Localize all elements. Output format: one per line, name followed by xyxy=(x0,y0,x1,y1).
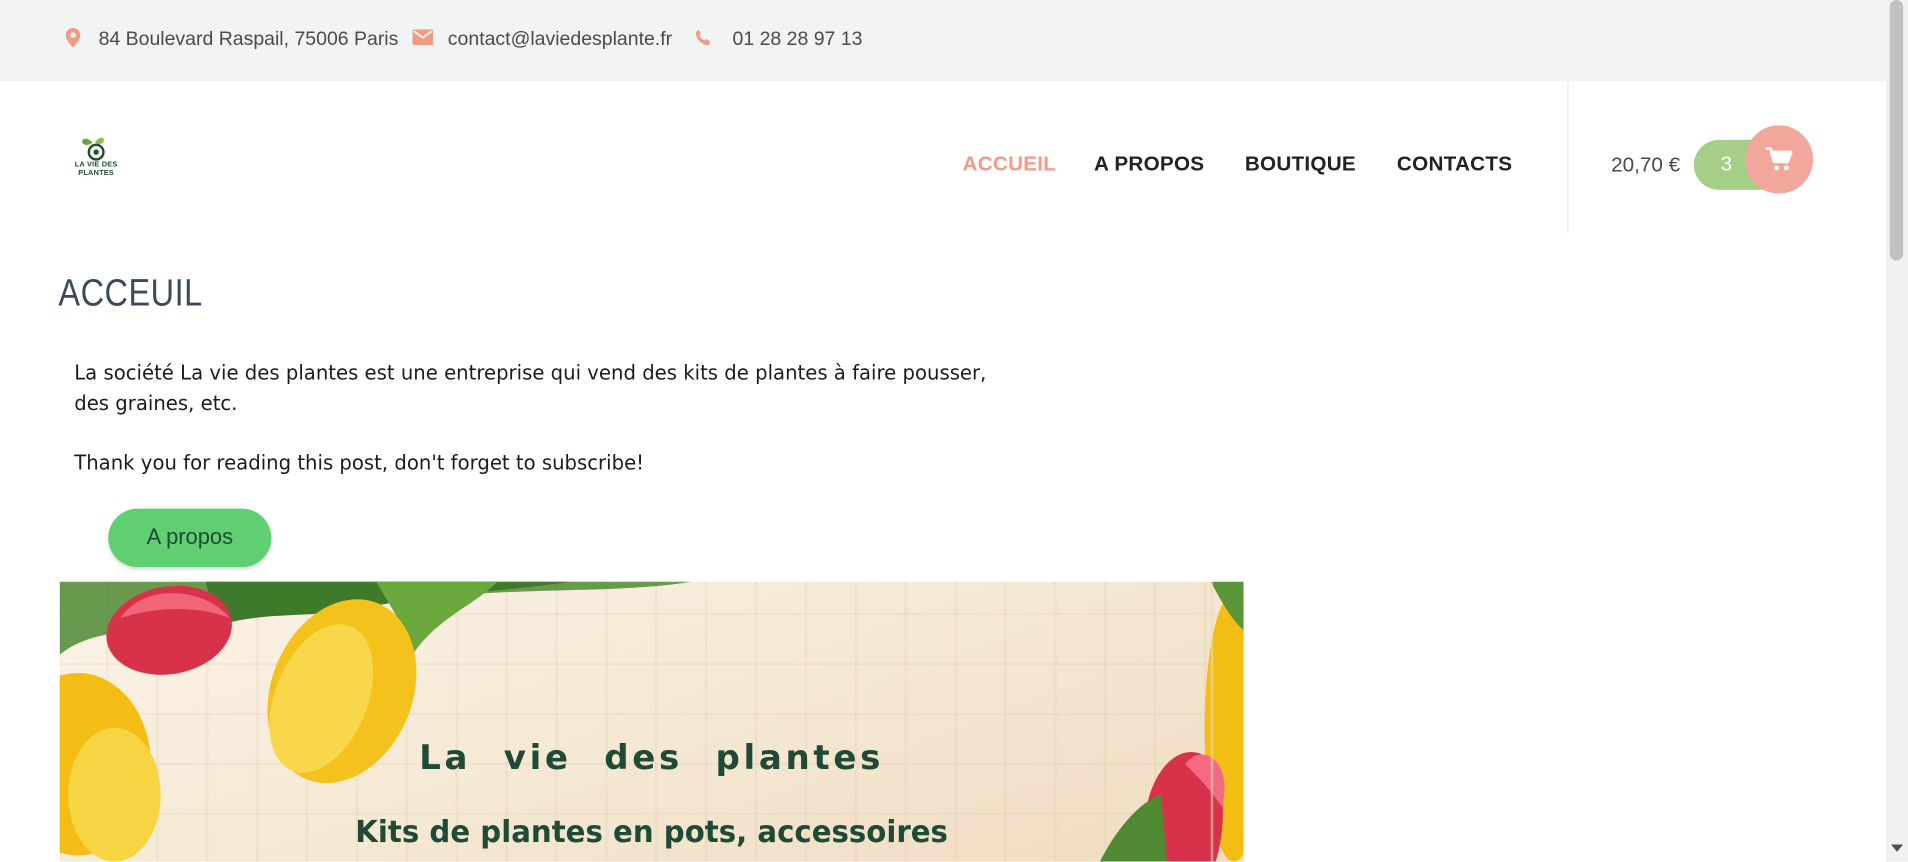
scroll-down-arrow-icon[interactable] xyxy=(1890,844,1904,852)
top-info-bar: 84 Boulevard Raspail, 75006 Paris contac… xyxy=(0,0,1887,82)
address-text: 84 Boulevard Raspail, 75006 Paris xyxy=(98,29,399,50)
site-header: LA VIE DES PLANTES ACCUEIL A PROPOS BOUT… xyxy=(0,81,1887,235)
leaf-logo-icon xyxy=(82,137,105,161)
location-pin-icon xyxy=(65,27,81,53)
scrollbar-thumb[interactable] xyxy=(1889,0,1904,261)
site-logo[interactable]: LA VIE DES PLANTES xyxy=(68,135,124,186)
intro-line-2: des graines, etc. xyxy=(74,391,238,417)
address-item: 84 Boulevard Raspail, 75006 Paris xyxy=(65,27,399,54)
nav-boutique[interactable]: BOUTIQUE xyxy=(1245,152,1356,179)
page-title: ACCEUIL xyxy=(58,271,203,314)
logo-text: LA VIE DES PLANTES xyxy=(74,161,118,178)
email-item[interactable]: contact@laviedesplante.fr xyxy=(412,27,672,54)
phone-text[interactable]: 01 28 28 97 13 xyxy=(733,29,863,51)
email-link[interactable]: contact@laviedesplante.fr xyxy=(448,29,672,51)
header-divider xyxy=(1567,81,1569,233)
hero-title: La vie des plantes xyxy=(419,737,885,778)
a-propos-button-label: A propos xyxy=(146,524,234,549)
envelope-icon xyxy=(412,29,434,51)
phone-icon xyxy=(695,29,712,52)
nav-a-propos[interactable]: A PROPOS xyxy=(1094,152,1204,179)
nav-accueil[interactable]: ACCUEIL xyxy=(963,152,1057,179)
a-propos-button[interactable]: A propos xyxy=(108,508,272,568)
cart-button[interactable] xyxy=(1744,125,1814,194)
cart-total[interactable]: 20,70 € xyxy=(1611,153,1680,177)
hero-subtitle: Kits de plantes en pots, accessoires xyxy=(355,814,948,850)
intro-line-1: La société La vie des plantes est une en… xyxy=(74,361,987,386)
subscribe-paragraph: Thank you for reading this post, don't f… xyxy=(74,451,645,476)
vertical-scrollbar[interactable] xyxy=(1886,0,1908,862)
shopping-cart-icon xyxy=(1765,147,1793,171)
phone-item[interactable]: 01 28 28 97 13 xyxy=(695,27,863,54)
cart-count: 3 xyxy=(1720,152,1733,176)
intro-paragraph: La société La vie des plantes est une en… xyxy=(74,359,986,420)
nav-contacts[interactable]: CONTACTS xyxy=(1397,152,1512,179)
hero-banner: La vie des plantes Kits de plantes en po… xyxy=(59,581,1244,862)
